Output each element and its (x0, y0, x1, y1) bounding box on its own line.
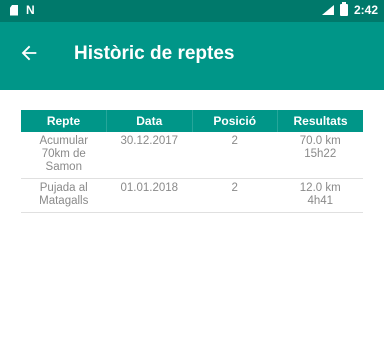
signal-icon (321, 5, 334, 15)
battery-icon (339, 2, 348, 16)
status-left-icons: N (10, 4, 35, 16)
table-row[interactable]: Pujada al Matagalls 01.01.2018 2 12.0 km… (21, 178, 363, 213)
column-header-data: Data (106, 110, 192, 132)
cell-resultats: 12.0 km 4h41 (277, 178, 363, 213)
status-bar: N 2:42 (0, 0, 384, 22)
column-header-repte: Repte (21, 110, 107, 132)
sd-card-icon (10, 4, 18, 16)
cell-posicio: 2 (192, 178, 278, 213)
column-header-posicio: Posició (191, 110, 278, 132)
table-row[interactable]: Acumular 70km de Samon 30.12.2017 2 70.0… (21, 132, 363, 179)
cell-repte: Pujada al Matagalls (21, 178, 107, 213)
table-header-row: Repte Data Posició Resultats (21, 110, 363, 132)
app-bar: Històric de reptes (0, 22, 384, 90)
cell-data: 01.01.2018 (106, 178, 192, 213)
status-time: 2:42 (353, 3, 378, 17)
n-notification-icon: N (26, 3, 35, 17)
status-right-icons: 2:42 (321, 2, 378, 17)
cell-posicio: 2 (192, 132, 278, 179)
arrow-back-icon[interactable] (18, 42, 40, 64)
page-title: Històric de reptes (74, 43, 235, 64)
cell-data: 30.12.2017 (106, 132, 192, 179)
history-table: Repte Data Posició Resultats Acumular 70… (21, 110, 363, 213)
cell-repte: Acumular 70km de Samon (21, 132, 107, 179)
column-header-resultats: Resultats (277, 110, 363, 132)
cell-resultats: 70.0 km 15h22 (277, 132, 363, 179)
